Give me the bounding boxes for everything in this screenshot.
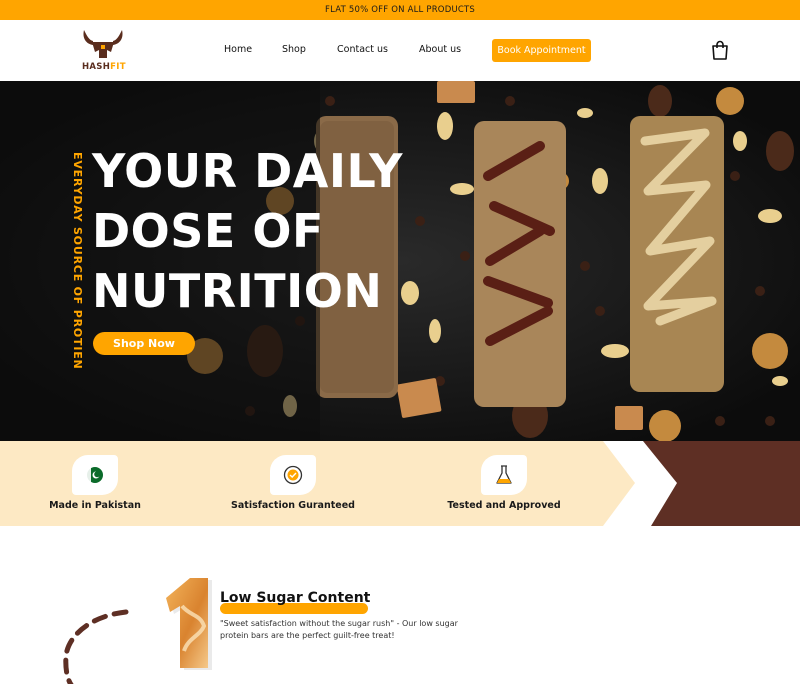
satisfaction-badge-icon [283, 465, 303, 485]
hero-headline-line-1: YOUR DAILY [92, 144, 403, 198]
book-appointment-button[interactable]: Book Appointment [492, 39, 591, 62]
feature-satisfaction: Satisfaction Guranteed [213, 441, 373, 526]
benefit-description: "Sweet satisfaction without the sugar ru… [220, 619, 458, 640]
announcement-text: FLAT 50% OFF ON ALL PRODUCTS [325, 5, 475, 15]
feature-icon-box [270, 455, 316, 495]
nav-about[interactable]: About us [419, 44, 461, 55]
benefits-section: Low Sugar Content "Sweet satisfaction wi… [0, 526, 800, 684]
pakistan-flag-icon [87, 467, 103, 483]
flask-icon [496, 465, 512, 484]
shopping-bag-icon[interactable] [710, 40, 730, 60]
shop-now-button[interactable]: Shop Now [93, 332, 195, 355]
announcement-bar: FLAT 50% OFF ON ALL PRODUCTS [0, 0, 800, 20]
hero-headline-line-2: DOSE OF [92, 204, 324, 258]
brand-name-part2: FIT [110, 62, 126, 72]
main-navigation: HASHFIT Home Shop Contact us About us Bo… [0, 20, 800, 81]
feature-icon-box [72, 455, 118, 495]
benefit-title: Low Sugar Content [220, 590, 371, 606]
hero-vertical-text: EVERYDAY SOURCE OF PROTIEN [71, 152, 84, 370]
nav-contact[interactable]: Contact us [337, 44, 388, 55]
brand-name-part1: HASH [82, 62, 111, 72]
number-one-graphic [166, 578, 212, 670]
feature-label: Satisfaction Guranteed [231, 500, 355, 511]
feature-label: Tested and Approved [447, 500, 561, 511]
hero-vertical-tagline: EVERYDAY SOURCE OF PROTIEN [70, 152, 84, 370]
feature-label: Made in Pakistan [49, 500, 141, 511]
hero-headline: YOUR DAILY DOSE OF NUTRITION [92, 141, 403, 321]
features-strip: Made in Pakistan Satisfaction Guranteed … [0, 441, 800, 526]
nav-home[interactable]: Home [224, 44, 252, 55]
hero-banner: EVERYDAY SOURCE OF PROTIEN YOUR DAILY DO… [0, 81, 800, 441]
nav-shop[interactable]: Shop [282, 44, 306, 55]
feature-made-in-pakistan: Made in Pakistan [15, 441, 175, 526]
brand-wordmark: HASHFIT [82, 62, 126, 72]
feature-icon-box [481, 455, 527, 495]
feature-tested: Tested and Approved [424, 441, 584, 526]
hero-headline-line-3: NUTRITION [92, 264, 383, 318]
